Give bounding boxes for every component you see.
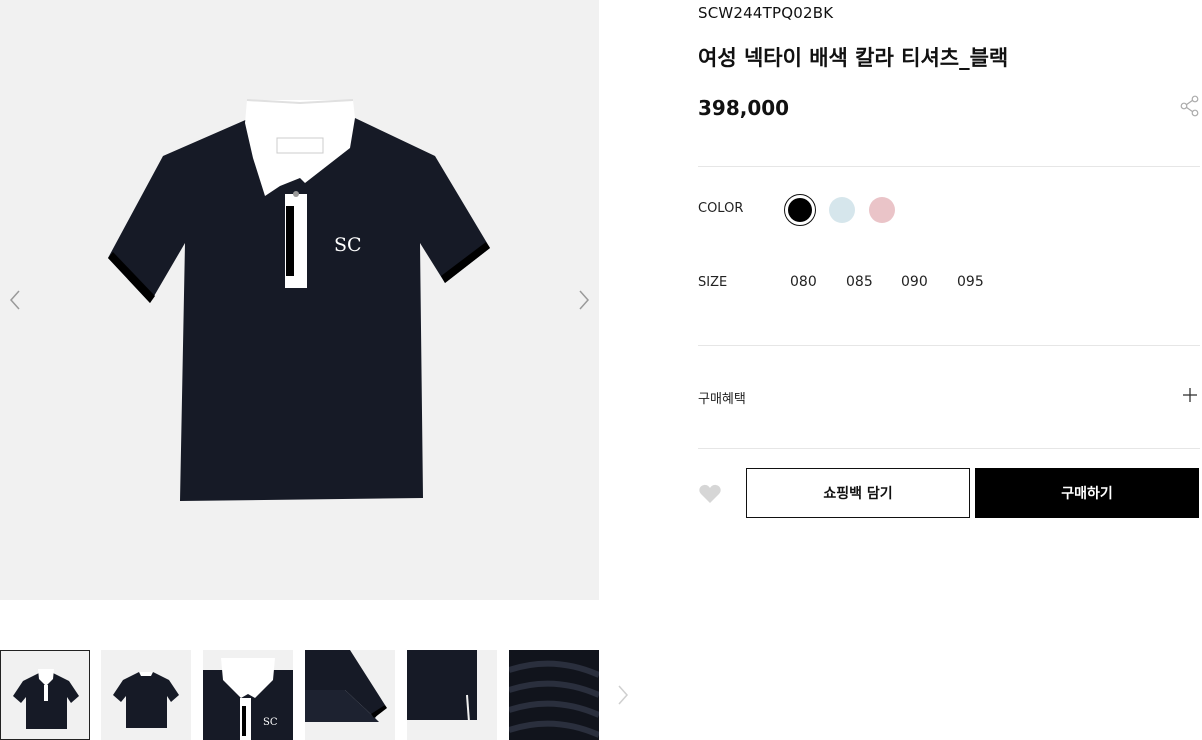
chevron-left-icon bbox=[9, 290, 20, 310]
heart-icon bbox=[699, 484, 721, 503]
thumbnail-shirt-back bbox=[113, 672, 179, 728]
swatch-fill bbox=[788, 198, 812, 222]
expand-benefit-button[interactable] bbox=[1182, 387, 1198, 403]
size-option[interactable]: 095 bbox=[957, 274, 984, 290]
thumbnail-sleeve-detail bbox=[305, 650, 387, 722]
prev-image-button[interactable] bbox=[5, 287, 25, 313]
chevron-right-icon bbox=[579, 290, 590, 310]
share-icon bbox=[1180, 95, 1199, 117]
add-to-bag-button[interactable]: 쇼핑백 담기 bbox=[746, 468, 970, 518]
thumbnail-shirt-front bbox=[13, 669, 79, 729]
thumbnail-2[interactable] bbox=[101, 650, 191, 740]
thumbnail-collar-detail: SC bbox=[203, 658, 293, 740]
share-button[interactable] bbox=[1180, 95, 1200, 117]
product-price: 398,000 bbox=[698, 96, 790, 120]
next-image-button[interactable] bbox=[574, 287, 594, 313]
thumbnail-hem-detail bbox=[407, 650, 477, 723]
main-product-image[interactable]: SC bbox=[0, 0, 599, 600]
thumbnail-5[interactable] bbox=[407, 650, 497, 740]
product-photo bbox=[108, 99, 490, 501]
plus-icon bbox=[1183, 388, 1197, 402]
color-label: COLOR bbox=[698, 201, 744, 216]
product-code: SCW244TPQ02BK bbox=[698, 4, 834, 22]
chevron-right-icon bbox=[618, 685, 629, 705]
divider bbox=[698, 166, 1200, 167]
color-swatch-light-blue[interactable] bbox=[829, 197, 855, 223]
size-option[interactable]: 085 bbox=[846, 274, 873, 290]
product-title: 여성 넥타이 배색 칼라 티셔츠_블랙 bbox=[698, 46, 1009, 70]
color-swatch-black[interactable] bbox=[784, 194, 816, 226]
divider bbox=[698, 448, 1200, 449]
thumbnail-strip: SC bbox=[0, 650, 640, 740]
thumbnail-fabric-detail bbox=[509, 650, 599, 740]
size-option[interactable]: 080 bbox=[790, 274, 817, 290]
wishlist-button[interactable] bbox=[698, 483, 722, 505]
thumbnail-1[interactable] bbox=[0, 650, 90, 740]
purchase-benefit-label[interactable]: 구매혜택 bbox=[698, 388, 746, 407]
size-label: SIZE bbox=[698, 275, 728, 290]
svg-text:SC: SC bbox=[263, 717, 278, 728]
thumbnail-6[interactable] bbox=[509, 650, 599, 740]
logo-text: SC bbox=[334, 234, 362, 256]
thumbnail-4[interactable] bbox=[305, 650, 395, 740]
size-option[interactable]: 090 bbox=[901, 274, 928, 290]
thumbnail-3[interactable]: SC bbox=[203, 650, 293, 740]
color-swatch-pink[interactable] bbox=[869, 197, 895, 223]
thumbnail-next-button[interactable] bbox=[613, 682, 633, 708]
buy-now-button[interactable]: 구매하기 bbox=[975, 468, 1199, 518]
divider bbox=[698, 345, 1200, 346]
